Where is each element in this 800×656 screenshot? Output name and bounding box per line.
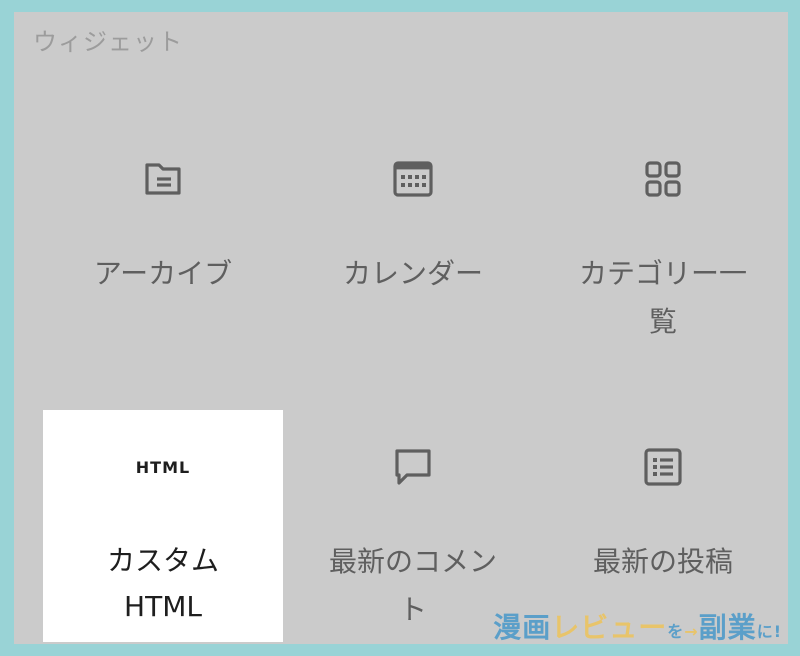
block-label: 最新の投稿 (592, 545, 733, 578)
html-icon: HTML (135, 457, 191, 477)
block-label: カスタム HTML (106, 544, 219, 623)
block-label: カレンダー (342, 257, 483, 290)
watermark-logo: 漫画レビューを→副業に! (493, 611, 782, 644)
block-label: カテゴリー一 覧 (578, 257, 747, 338)
block-archive[interactable]: アーカイブ (43, 122, 283, 354)
widgets-panel: ウィジェット アーカイブ カレンダー カテゴリー一 覧 HTML カスタム HT… (14, 12, 788, 644)
block-grid: アーカイブ カレンダー カテゴリー一 覧 HTML カスタム HTML 最新のコ… (43, 122, 763, 642)
section-title: ウィジェット (33, 28, 183, 56)
categories-grid-icon (543, 156, 783, 202)
block-calendar[interactable]: カレンダー (293, 122, 533, 354)
comment-icon (293, 444, 533, 490)
block-label: アーカイブ (93, 257, 233, 290)
block-categories[interactable]: カテゴリー一 覧 (543, 122, 783, 354)
calendar-icon (293, 156, 533, 202)
archive-folder-icon (43, 156, 283, 202)
post-list-icon (543, 444, 783, 490)
block-custom-html[interactable]: HTML カスタム HTML (43, 410, 283, 642)
block-label: 最新のコメン ト (328, 545, 497, 626)
